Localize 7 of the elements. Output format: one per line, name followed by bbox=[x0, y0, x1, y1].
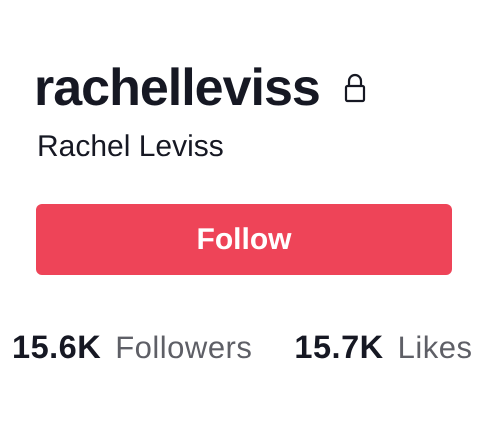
stat-value: 15.6K bbox=[12, 328, 102, 367]
follow-button[interactable]: Follow bbox=[36, 204, 452, 275]
display-name: Rachel Leviss bbox=[37, 130, 224, 163]
username: rachelleviss bbox=[34, 62, 320, 114]
stat-label: Likes bbox=[398, 329, 472, 367]
stat-value: 15.7K bbox=[294, 328, 384, 367]
stat-label: Followers bbox=[115, 329, 252, 367]
